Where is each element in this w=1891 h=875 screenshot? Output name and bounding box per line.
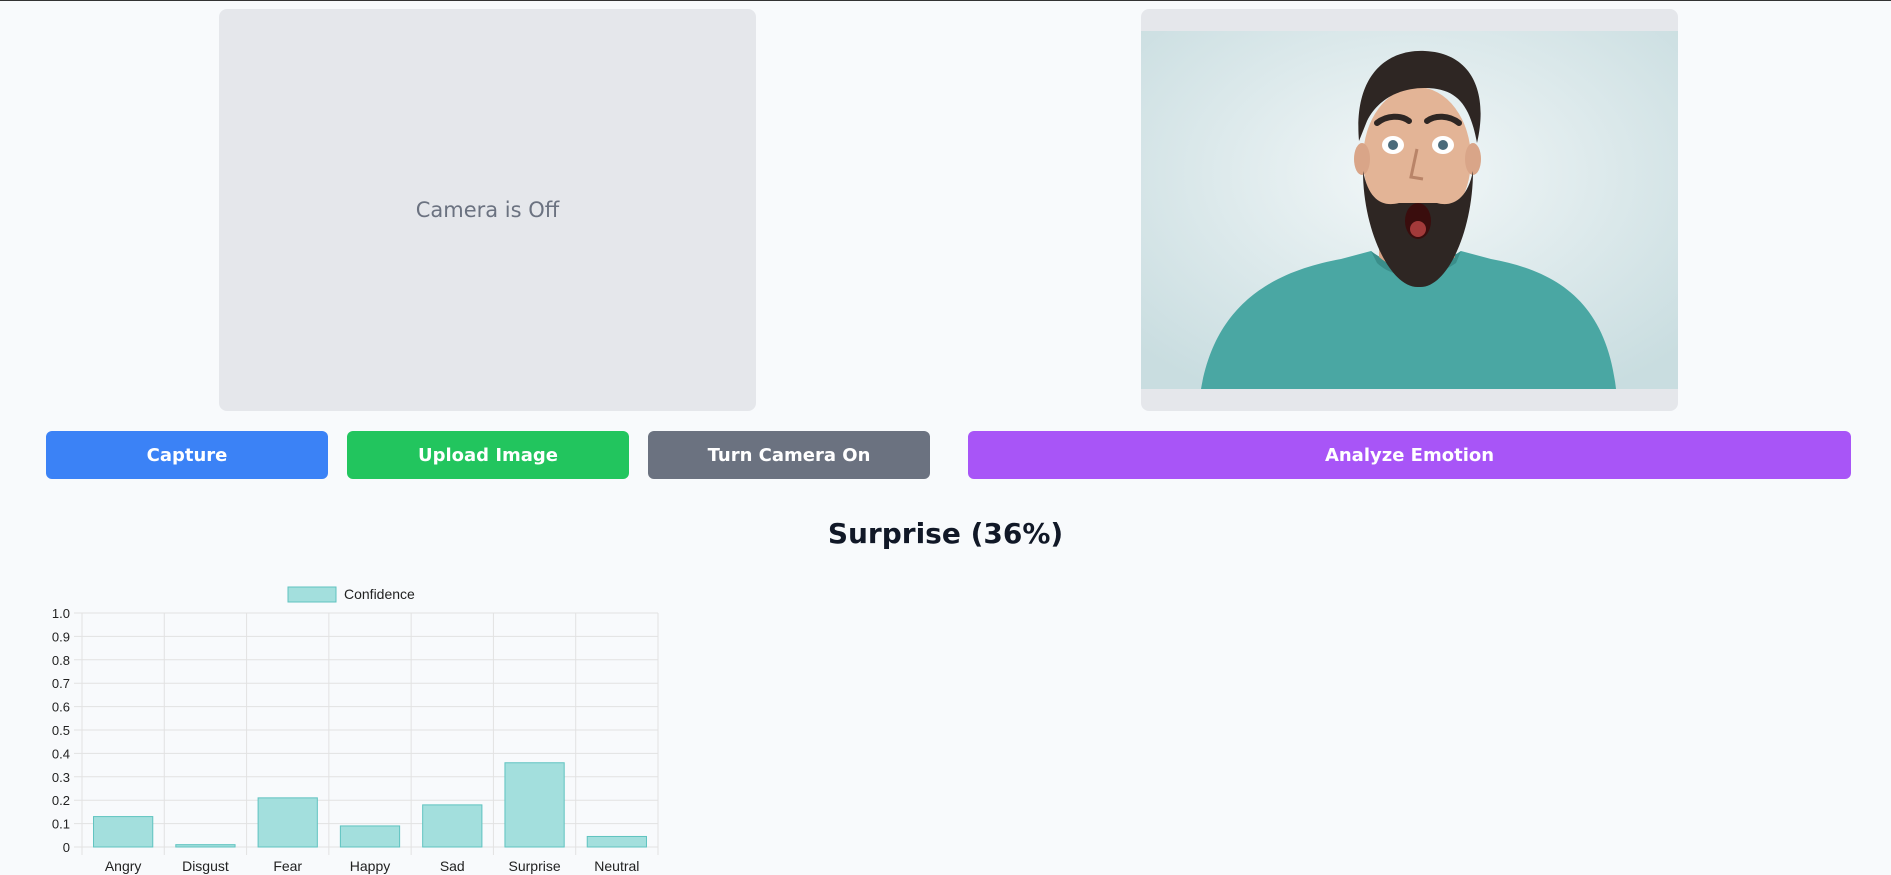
x-tick-label: Surprise bbox=[509, 858, 561, 874]
upload-image-button[interactable]: Upload Image bbox=[347, 431, 629, 479]
y-tick-label: 0.9 bbox=[52, 629, 70, 644]
legend-label: Confidence bbox=[344, 586, 415, 602]
y-tick-label: 0.8 bbox=[52, 653, 70, 668]
x-tick-label: Happy bbox=[350, 858, 390, 874]
y-tick-label: 0 bbox=[63, 840, 70, 855]
legend-swatch bbox=[287, 586, 337, 603]
y-tick-label: 0.2 bbox=[52, 793, 70, 808]
y-tick-label: 0.3 bbox=[52, 770, 70, 785]
camera-status-text: Camera is Off bbox=[415, 198, 560, 222]
y-tick-label: 0.1 bbox=[52, 817, 70, 832]
y-tick-label: 0.4 bbox=[52, 746, 70, 761]
bar-neutral bbox=[586, 835, 647, 848]
y-tick-label: 0.6 bbox=[52, 700, 70, 715]
bar-happy bbox=[339, 825, 401, 848]
analyze-emotion-button[interactable]: Analyze Emotion bbox=[968, 431, 1851, 479]
x-tick-label: Disgust bbox=[182, 858, 229, 874]
face-photo bbox=[1141, 31, 1678, 389]
bar-surprise bbox=[504, 762, 565, 848]
y-tick-label: 0.7 bbox=[52, 676, 70, 691]
confidence-bar-chart: Confidence 0 0.1 0.2 0.3 0.4 0.5 0.6 0.7 0.8 0.9 1.… bbox=[52, 586, 659, 874]
turn-camera-on-button[interactable]: Turn Camera On bbox=[648, 431, 930, 479]
image-preview bbox=[1141, 9, 1678, 411]
y-tick-label: 1.0 bbox=[52, 606, 70, 621]
emotion-result-heading: Surprise (36%) bbox=[827, 517, 1064, 550]
bar-disgust bbox=[175, 844, 236, 848]
x-tick-label: Fear bbox=[273, 858, 302, 874]
x-tick-label: Neutral bbox=[594, 858, 639, 874]
x-tick-label: Sad bbox=[440, 858, 465, 874]
y-tick-label: 0.5 bbox=[52, 723, 70, 738]
bar-angry bbox=[93, 816, 154, 848]
bar-sad bbox=[422, 804, 483, 848]
bar-fear bbox=[257, 797, 318, 848]
x-tick-label: Angry bbox=[105, 858, 142, 874]
camera-view: Camera is Off bbox=[219, 9, 756, 411]
capture-button[interactable]: Capture bbox=[46, 431, 328, 479]
